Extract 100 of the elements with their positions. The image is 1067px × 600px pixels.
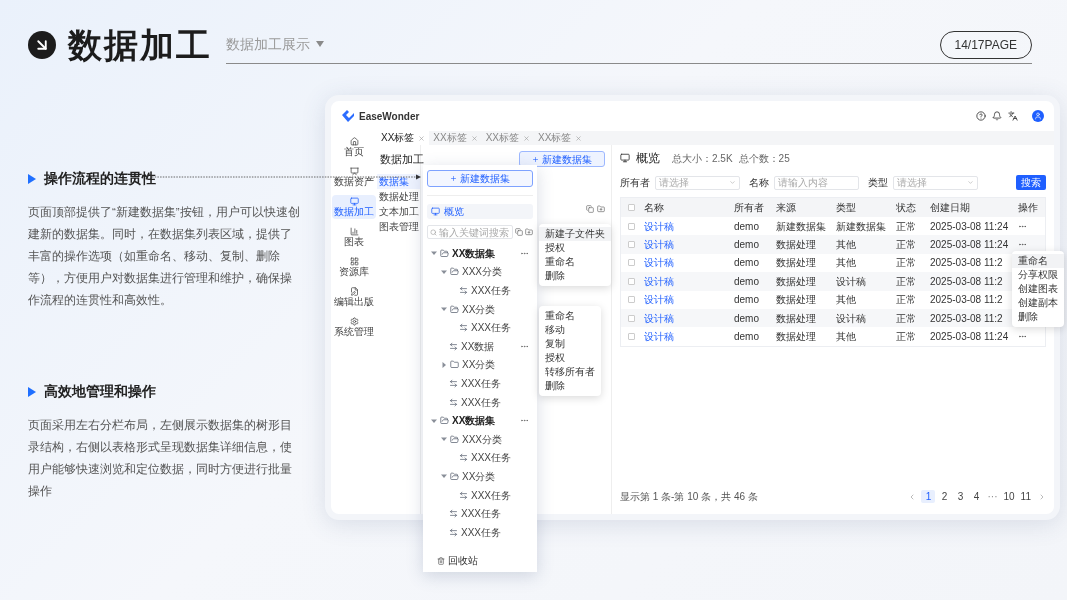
tree-item[interactable]: XXX任务 — [471, 487, 511, 503]
tree-item[interactable]: XX分类 — [462, 357, 496, 373]
caret-icon[interactable] — [431, 417, 437, 424]
page-button[interactable]: 2 — [937, 490, 952, 503]
checkbox[interactable] — [627, 204, 635, 211]
menu-item[interactable]: 转移所有者 — [539, 365, 601, 379]
page-button[interactable]: 11 — [1018, 490, 1033, 503]
menu-item[interactable]: 分享权限 — [1012, 268, 1064, 282]
nav-item[interactable]: 系统管理 — [332, 315, 376, 339]
section-body: 页面顶部提供了“新建数据集”按钮，用户可以快速创建新的数据集。同时，在数据集列表区域，提供了丰富的操作选项（如重命名、移动、复制、删除等），方便用户对数据集进行管理和维护，确保操作流程的连贯性和高效性。 — [28, 205, 300, 308]
folder-icon — [450, 304, 459, 314]
caret-icon[interactable] — [431, 250, 437, 257]
menu-item[interactable]: 复制 — [539, 337, 601, 351]
table-cell-text: 2025-03-08 11:24 — [929, 238, 1010, 253]
tree-item[interactable]: XXX分类 — [462, 264, 502, 280]
menu-item[interactable]: 授权 — [539, 241, 611, 255]
close-icon[interactable] — [470, 134, 478, 142]
menu-item[interactable]: 新建子文件夹 — [539, 227, 611, 241]
name-link[interactable]: 设计稿 — [641, 292, 731, 308]
table-cell-text: demo — [733, 330, 760, 345]
caret-icon[interactable] — [441, 473, 447, 480]
copy-icon[interactable] — [586, 205, 594, 213]
new-dataset-button[interactable]: 新建数据集 — [427, 170, 533, 187]
menu-item[interactable]: 移动 — [539, 323, 601, 337]
caret-icon[interactable] — [441, 268, 447, 275]
menu-item[interactable]: 重命名 — [1012, 254, 1064, 268]
checkbox[interactable] — [627, 259, 635, 267]
checkbox[interactable] — [627, 241, 635, 249]
nav-item[interactable]: 编辑出版 — [332, 285, 376, 309]
tree-item[interactable]: XXX任务 — [461, 375, 501, 391]
search-button[interactable]: 搜索 — [1016, 175, 1046, 190]
menu-item[interactable]: 删除 — [1012, 310, 1064, 324]
nav-item[interactable]: 数据资产 — [332, 165, 376, 189]
checkbox[interactable] — [627, 222, 635, 230]
page-button[interactable]: 10 — [1001, 490, 1017, 503]
subnav-item[interactable]: 图表管理 — [377, 218, 420, 234]
new-dataset-button[interactable]: 新建数据集 — [519, 151, 605, 167]
section-body: 页面采用左右分栏布局，左侧展示数据集的树形目录结构，右侧以表格形式呈现数据集详细信息，使用户能够快速浏览和定位数据，同时方便进行批量操作 — [28, 418, 293, 499]
tree-item[interactable]: XXX分类 — [462, 431, 502, 447]
close-icon[interactable] — [418, 134, 426, 142]
tree-item[interactable]: XX数据集 — [452, 413, 496, 429]
menu-item[interactable]: 重命名 — [539, 255, 611, 269]
page-button[interactable]: 1 — [921, 490, 936, 503]
name-link[interactable]: 设计稿 — [641, 237, 731, 253]
tree-item[interactable]: XXX任务 — [461, 524, 501, 540]
tree-item[interactable]: XX数据 — [461, 338, 495, 354]
tree-item[interactable]: XXX任务 — [471, 450, 511, 466]
tree-item[interactable]: XX分类 — [462, 301, 496, 317]
tree-item[interactable]: XXX任务 — [471, 283, 511, 298]
name-link[interactable]: 设计稿 — [641, 329, 731, 345]
nav-item[interactable]: 首页 — [332, 135, 376, 159]
close-icon[interactable] — [575, 134, 583, 142]
page-button[interactable]: 3 — [953, 490, 968, 503]
tree-item[interactable]: XX分类 — [462, 468, 496, 484]
menu-item[interactable]: 重命名 — [539, 309, 601, 323]
tree-item[interactable]: XXX任务 — [471, 320, 511, 336]
name-link[interactable]: 设计稿 — [641, 310, 731, 326]
overview-item[interactable]: 概览 — [427, 204, 533, 219]
tree-item[interactable]: XX数据集 — [452, 245, 496, 261]
recycle-bin-item[interactable]: 回收站 — [427, 553, 533, 568]
menu-item[interactable]: 授权 — [539, 351, 601, 365]
tree-item[interactable]: XXX任务 — [461, 394, 501, 410]
page-button[interactable]: 4 — [969, 490, 984, 503]
caret-icon[interactable] — [441, 306, 447, 313]
table-cell-text: 数据处理 — [775, 330, 817, 345]
table-cell-text: demo — [733, 219, 760, 234]
menu-item[interactable]: 创建图表 — [1012, 282, 1064, 296]
menu-item[interactable]: 删除 — [539, 269, 611, 283]
bell-icon[interactable] — [992, 111, 1002, 121]
checkbox[interactable] — [627, 333, 635, 341]
caret-icon[interactable] — [441, 361, 447, 368]
pagination-ellipsis[interactable]: ··· — [985, 489, 1000, 504]
tree-item[interactable]: XXX任务 — [461, 506, 501, 522]
name-link[interactable]: 设计稿 — [641, 218, 731, 234]
checkbox[interactable] — [627, 314, 635, 322]
help-icon[interactable] — [976, 111, 986, 121]
nav-item[interactable]: 图表 — [332, 225, 376, 249]
copy-icon[interactable] — [515, 228, 523, 236]
subnav-item[interactable]: 文本加工 — [377, 203, 420, 219]
name-link[interactable]: 设计稿 — [641, 273, 731, 289]
folder-plus-icon[interactable] — [525, 228, 533, 236]
checkbox[interactable] — [627, 277, 635, 285]
nav-item[interactable]: 资源库 — [332, 255, 376, 279]
checkbox[interactable] — [627, 296, 635, 304]
menu-item[interactable]: 删除 — [539, 379, 601, 393]
nav-item[interactable]: 数据加工 — [332, 195, 376, 219]
subnav-item[interactable]: 数据集 — [377, 173, 420, 189]
caret-icon[interactable] — [441, 436, 447, 443]
menu-item[interactable]: 创建副本 — [1012, 296, 1064, 310]
close-icon[interactable] — [523, 134, 531, 142]
monitor-icon — [431, 207, 440, 216]
name-link[interactable]: 设计稿 — [641, 255, 731, 271]
avatar-icon[interactable] — [1032, 110, 1044, 122]
subnav-item[interactable]: 数据处理 — [377, 188, 420, 204]
translate-icon[interactable] — [1008, 111, 1018, 121]
table-cell-text: 正常 — [895, 238, 917, 253]
tab[interactable]: XX标签 — [377, 131, 430, 145]
task-icon — [459, 323, 468, 333]
folder-plus-icon[interactable] — [597, 205, 605, 213]
next-page-icon[interactable] — [1038, 492, 1046, 501]
